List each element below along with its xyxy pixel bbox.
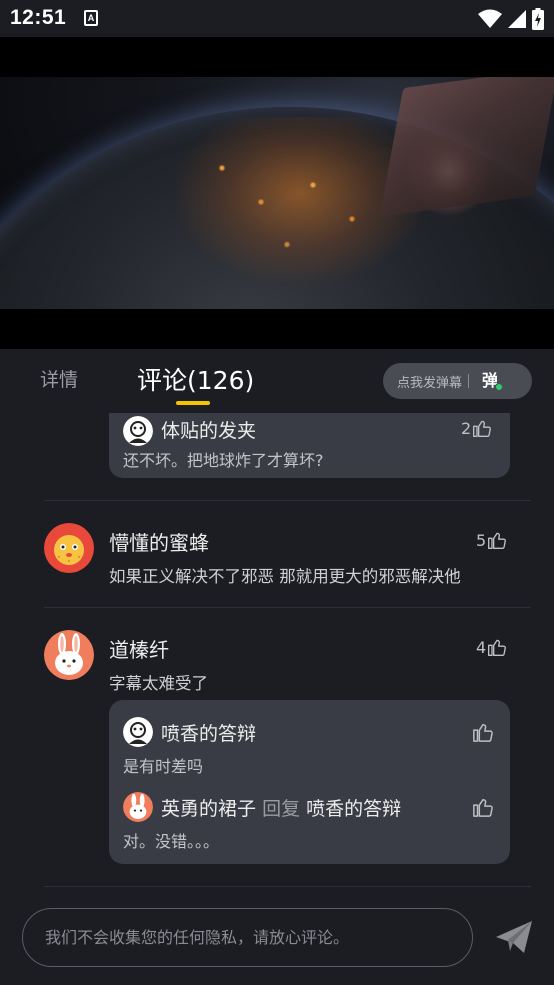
video-frame[interactable] (0, 77, 554, 309)
thumbs-up-icon (473, 420, 492, 437)
battery-charging-icon (532, 8, 544, 30)
like-count: 4 (476, 637, 487, 657)
like-button[interactable]: 5 (476, 530, 507, 550)
reply-author-line: 英勇的裙子 回复 喷香的答辩 (161, 794, 401, 821)
thumbs-up-icon (488, 532, 507, 549)
avatar[interactable] (44, 630, 94, 680)
danmaku-separator (468, 374, 470, 388)
tab-bar: 详情 评论(126) 点我发弹幕 弹 (0, 349, 554, 413)
divider (44, 607, 531, 608)
avatar-rabbit-icon (123, 792, 153, 822)
avatar[interactable] (123, 717, 153, 747)
comment-author[interactable]: 懵懂的蜜蜂 (109, 527, 209, 556)
tab-details[interactable]: 详情 (40, 365, 78, 392)
like-button[interactable]: 4 (476, 637, 507, 657)
signal-icon (508, 10, 526, 28)
comment-text: 如果正义解决不了邪恶 那就用更大的邪恶解决他 (109, 567, 461, 586)
avatar-rabbit-icon (44, 630, 94, 680)
reply-to-author[interactable]: 喷香的答辩 (306, 798, 401, 820)
send-danmaku-button[interactable]: 点我发弹幕 弹 (383, 363, 532, 399)
thumbs-up-icon[interactable] (472, 721, 494, 743)
reply-text: 对。没错。。。 (123, 832, 220, 851)
comment-list[interactable]: 体贴的发夹 2 还不坏。把地球炸了才算坏? 懵懂的蜜蜂 5 如果正义解决不了邪恶… (0, 413, 554, 893)
reply-author[interactable]: 体贴的发夹 (161, 416, 256, 443)
app-notification-icon: A (84, 10, 98, 26)
comment-text: 字幕太难受了 (109, 674, 208, 693)
status-icons (478, 8, 544, 30)
reply-text: 还不坏。把地球炸了才算坏? (123, 451, 324, 470)
danmaku-label: 点我发弹幕 (397, 375, 463, 391)
thumbs-up-icon (488, 639, 507, 656)
reply-author[interactable]: 英勇的裙子 (161, 798, 256, 820)
reply-author[interactable]: 喷香的答辩 (161, 719, 256, 746)
reply-box: 体贴的发夹 2 还不坏。把地球炸了才算坏? (109, 413, 510, 478)
divider (44, 500, 531, 501)
avatar-sketch-icon (123, 717, 153, 747)
thumbs-up-icon[interactable] (472, 796, 494, 818)
tab-active-indicator (176, 401, 210, 405)
comment-input-bar (0, 893, 554, 985)
wifi-icon (478, 9, 502, 28)
reply-word: 回复 (262, 798, 301, 820)
tab-comments[interactable]: 评论(126) (137, 361, 254, 397)
send-icon[interactable] (494, 919, 534, 955)
avatar[interactable] (44, 523, 94, 573)
avatar-pufferfish-icon (44, 523, 94, 573)
avatar-sketch-icon (123, 416, 153, 446)
reply-box: 喷香的答辩 是有时差吗 英勇的裙子 回复 喷香的答辩 对。没错。。。 (109, 700, 510, 864)
divider (44, 886, 531, 887)
like-count: 5 (476, 530, 487, 550)
status-time: 12:51 (10, 6, 67, 29)
danmaku-status-dot (495, 383, 504, 391)
like-button[interactable]: 2 (461, 418, 492, 438)
like-count: 2 (461, 418, 472, 438)
status-bar: 12:51 A (0, 0, 554, 37)
avatar[interactable] (123, 792, 153, 822)
video-satellite (379, 77, 554, 217)
avatar[interactable] (123, 416, 153, 446)
comment-author[interactable]: 道榛纤 (109, 634, 169, 663)
danmaku-toggle-icon[interactable]: 弹 (479, 370, 504, 392)
video-player[interactable] (0, 37, 554, 349)
comment-input[interactable] (22, 908, 473, 967)
reply-text: 是有时差吗 (123, 757, 204, 776)
